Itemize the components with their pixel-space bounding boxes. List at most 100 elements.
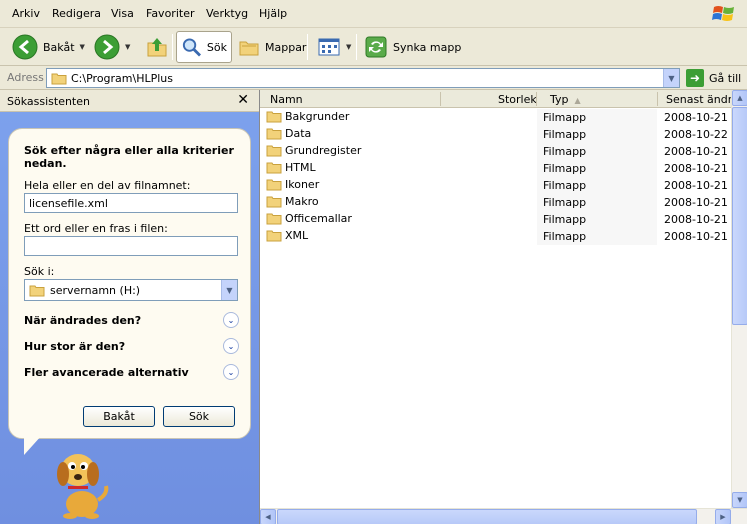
file-name-text: Ikoner: [285, 178, 320, 191]
windows-logo-icon: [712, 6, 734, 21]
file-type: Filmapp: [543, 128, 587, 141]
views-button[interactable]: ▼: [313, 31, 355, 63]
file-name-text: Officemallar: [285, 212, 352, 225]
search-pane-header: Sökassistenten ✕: [0, 90, 259, 112]
back-dropdown-icon[interactable]: ▼: [80, 43, 85, 51]
filename-input[interactable]: [24, 193, 238, 213]
folder-icon: [266, 128, 282, 140]
option-label: Hur stor är den?: [24, 339, 126, 353]
file-date: 2008-10-21 0: [664, 111, 739, 124]
filename-label: Hela eller en del av filnamnet:: [24, 179, 191, 192]
option-advanced[interactable]: Fler avancerade alternativ ⌄: [24, 362, 239, 382]
phrase-label: Ett ord eller en fras i filen:: [24, 222, 168, 235]
double-chevron-down-icon[interactable]: ⌄: [223, 312, 239, 328]
sync-folder-button[interactable]: Synka mapp: [360, 31, 465, 63]
back-search-button[interactable]: Bakåt: [83, 406, 155, 427]
column-type[interactable]: Typ ▲: [550, 93, 581, 106]
option-when-modified[interactable]: När ändrades den? ⌄: [24, 310, 239, 330]
list-item[interactable]: Data Filmapp 2008-10-22 0: [260, 126, 738, 143]
forward-arrow-icon: [94, 34, 120, 60]
search-label: Sök: [206, 40, 227, 54]
file-name-text: Bakgrunder: [285, 110, 350, 123]
folders-button[interactable]: Mappar: [234, 31, 310, 63]
list-item[interactable]: Officemallar Filmapp 2008-10-21 0: [260, 211, 738, 228]
file-name: Officemallar: [266, 212, 352, 225]
list-item[interactable]: Grundregister Filmapp 2008-10-21 0: [260, 143, 738, 160]
sort-ascending-icon: ▲: [574, 96, 581, 105]
file-name: HTML: [266, 161, 316, 174]
scroll-down-icon[interactable]: ▼: [732, 492, 747, 508]
menu-arkiv[interactable]: Arkiv: [12, 7, 40, 20]
list-item[interactable]: Makro Filmapp 2008-10-21 0: [260, 194, 738, 211]
look-in-select[interactable]: servernamn (H:) ▼: [24, 279, 238, 301]
file-date: 2008-10-21 0: [664, 162, 739, 175]
folder-icon: [266, 196, 282, 208]
menu-favoriter[interactable]: Favoriter: [146, 7, 194, 20]
double-chevron-down-icon[interactable]: ⌄: [223, 338, 239, 354]
look-in-label: Sök i:: [24, 265, 55, 278]
chevron-down-icon[interactable]: ▼: [221, 280, 237, 300]
list-item[interactable]: Bakgrunder Filmapp 2008-10-21 0: [260, 109, 738, 126]
up-folder-button[interactable]: [141, 31, 173, 63]
file-type: Filmapp: [543, 196, 587, 209]
sync-label: Synka mapp: [393, 40, 462, 54]
folders-icon: [239, 41, 259, 56]
scroll-up-icon[interactable]: ▲: [732, 90, 747, 106]
forward-button[interactable]: ▼: [90, 31, 134, 63]
go-arrow-icon: ➜: [686, 69, 704, 87]
column-size[interactable]: Storlek: [498, 93, 537, 106]
folder-icon: [266, 111, 282, 123]
back-label: Bakåt: [43, 40, 75, 54]
scroll-thumb[interactable]: [732, 107, 747, 325]
file-name-text: Makro: [285, 195, 319, 208]
double-chevron-down-icon[interactable]: ⌄: [223, 364, 239, 380]
file-list-pane: Namn Storlek Typ ▲ Senast ändrad Bakgrund…: [259, 90, 747, 524]
list-item[interactable]: XML Filmapp 2008-10-21 0: [260, 228, 738, 245]
bubble-tail: [24, 435, 42, 455]
scroll-left-icon[interactable]: ◀: [260, 509, 276, 524]
list-item[interactable]: Ikoner Filmapp 2008-10-21 0: [260, 177, 738, 194]
file-name-text: HTML: [285, 161, 316, 174]
search-button[interactable]: Sök: [176, 31, 232, 63]
search-bubble: Sök efter några eller alla kriterier ned…: [8, 128, 251, 439]
menu-redigera[interactable]: Redigera: [52, 7, 101, 20]
file-date: 2008-10-21 0: [664, 230, 739, 243]
scroll-right-icon[interactable]: ▶: [715, 509, 731, 524]
back-button[interactable]: Bakåt ▼: [8, 31, 89, 63]
vertical-scrollbar[interactable]: ▲ ▼: [731, 90, 747, 508]
option-label: Fler avancerade alternativ: [24, 365, 189, 379]
file-type: Filmapp: [543, 179, 587, 192]
file-name-text: Data: [285, 127, 312, 140]
address-dropdown-icon[interactable]: ▼: [663, 69, 679, 87]
sync-icon: [365, 36, 387, 58]
magnifier-icon: [182, 38, 202, 57]
menu-bar: Arkiv Redigera Visa Favoriter Verktyg Hj…: [0, 0, 747, 28]
folder-icon: [266, 230, 282, 242]
menu-visa[interactable]: Visa: [111, 7, 134, 20]
phrase-input[interactable]: [24, 236, 238, 256]
file-name-text: XML: [285, 229, 309, 242]
option-size[interactable]: Hur stor är den? ⌄: [24, 336, 239, 356]
toolbar: Bakåt ▼ ▼ Sök Mappar ▼ Synka mapp: [0, 28, 747, 66]
go-button[interactable]: ➜ Gå till: [686, 69, 741, 87]
file-name: Makro: [266, 195, 319, 208]
file-name: Data: [266, 127, 311, 140]
file-name-text: Grundregister: [285, 144, 362, 157]
address-field[interactable]: C:\Program\HLPlus ▼: [46, 68, 680, 88]
forward-dropdown-icon[interactable]: ▼: [125, 43, 130, 51]
close-icon[interactable]: ✕: [237, 92, 249, 108]
views-dropdown-icon[interactable]: ▼: [346, 43, 351, 51]
column-name[interactable]: Namn: [270, 93, 303, 106]
file-type: Filmapp: [543, 162, 587, 175]
option-label: När ändrades den?: [24, 313, 142, 327]
menu-hjalp[interactable]: Hjälp: [259, 7, 287, 20]
horizontal-scrollbar[interactable]: ◀ ▶: [260, 508, 747, 524]
list-item[interactable]: HTML Filmapp 2008-10-21 0: [260, 160, 738, 177]
address-bar: Adress C:\Program\HLPlus ▼ ➜ Gå till: [0, 66, 747, 90]
menu-verktyg[interactable]: Verktyg: [206, 7, 248, 20]
hscroll-thumb[interactable]: [277, 509, 697, 524]
start-search-button[interactable]: Sök: [163, 406, 235, 427]
search-pane-title: Sökassistenten: [7, 95, 90, 108]
search-companion-pane: Sökassistenten ✕ Sök efter några eller a…: [0, 90, 259, 524]
file-type: Filmapp: [543, 145, 587, 158]
